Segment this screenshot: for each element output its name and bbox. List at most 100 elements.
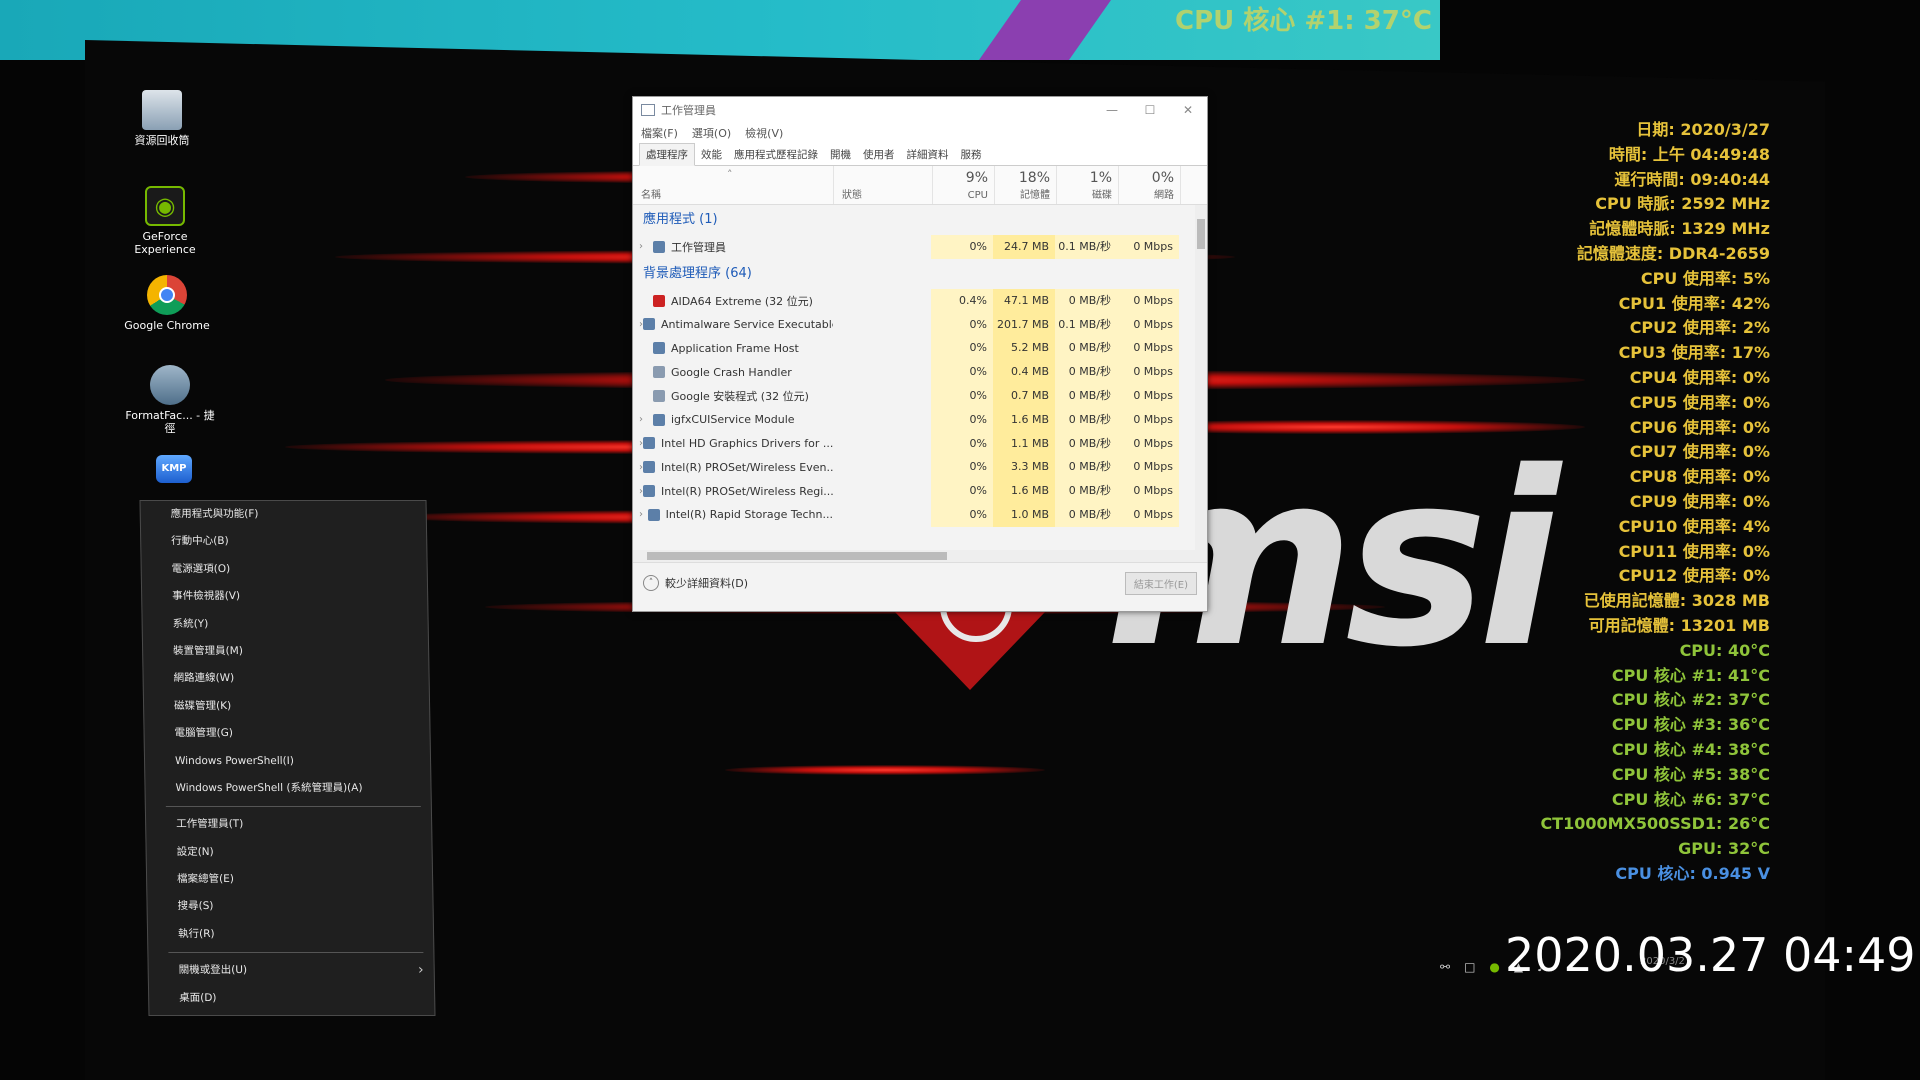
expand-chevron-icon[interactable]: › bbox=[639, 509, 648, 520]
process-row[interactable]: › 工作管理員 0% 24.7 MB 0.1 MB/秒 0 Mbps bbox=[633, 235, 1207, 259]
sensor-reading: CPU 核心 #4: 38°C bbox=[1611, 739, 1770, 759]
task-manager-window[interactable]: 工作管理員 — ☐ ✕ 檔案(F) 選項(O) 檢視(V) 處理程序 效能 應用… bbox=[632, 96, 1208, 612]
process-name-cell: › Intel(R) Rapid Storage Techn... bbox=[633, 508, 833, 521]
menu-item[interactable]: 裝置管理員(M) bbox=[143, 638, 428, 665]
process-name-cell: Google Crash Handler bbox=[633, 366, 833, 379]
menu-item[interactable]: 關機或登出(U) › bbox=[148, 957, 433, 984]
tab-processes[interactable]: 處理程序 bbox=[639, 143, 695, 166]
desktop-icon-geforce-experience[interactable]: GeForce Experience bbox=[115, 186, 215, 256]
column-header-name[interactable]: ˄ 名稱 bbox=[633, 166, 834, 204]
process-name: igfxCUIService Module bbox=[671, 413, 795, 427]
menu-item[interactable]: 電腦管理(G) bbox=[144, 720, 429, 747]
winx-context-menu[interactable]: 應用程式與功能(F) 行動中心(B) 電源選項(O) 事件檢視器(V) 系統(Y) 裝置管… bbox=[139, 500, 436, 1016]
sensor-reading: CPU 核心 #3: 36°C bbox=[1611, 715, 1770, 735]
column-header-status[interactable]: 狀態 bbox=[834, 166, 933, 204]
menu-item-label: 磁碟管理(K) bbox=[173, 699, 232, 712]
desktop-icon[interactable]: □ bbox=[1464, 960, 1475, 974]
menu-item[interactable]: 工作管理員(T) bbox=[146, 811, 431, 838]
process-cpu-cell: 0.4% bbox=[931, 288, 993, 313]
menu-item[interactable]: 網路連線(W) bbox=[143, 665, 428, 692]
menu-item[interactable]: 搜尋(S) bbox=[147, 893, 432, 920]
process-row[interactable]: › Intel(R) Rapid Storage Techn... 0% 1.0 MB… bbox=[633, 502, 1207, 527]
background-stripe bbox=[978, 0, 1112, 60]
task-manager-footer: ˄ 較少詳細資料(D) 結束工作(E) bbox=[633, 562, 1207, 603]
expand-chevron-icon[interactable]: › bbox=[639, 414, 653, 425]
menu-item[interactable]: 設定(N) bbox=[146, 839, 431, 866]
desktop-icon-format-factory[interactable]: FormatFac... - 捷徑 bbox=[120, 365, 220, 435]
process-row[interactable]: Google Crash Handler 0% 0.4 MB 0 MB/秒 0 Mbps bbox=[633, 360, 1207, 384]
horizontal-scrollbar[interactable] bbox=[633, 550, 1207, 562]
maximize-button[interactable]: ☐ bbox=[1131, 103, 1169, 117]
menu-item[interactable]: 應用程式與功能(F) bbox=[141, 501, 426, 528]
tab-startup[interactable]: 開機 bbox=[824, 144, 857, 165]
menu-item[interactable]: 事件檢視器(V) bbox=[142, 583, 427, 610]
menu-item[interactable]: 執行(R) bbox=[148, 921, 433, 948]
process-cpu-cell: 0% bbox=[931, 455, 993, 480]
aida64-icon bbox=[653, 294, 665, 307]
process-name-cell: › Intel(R) PROSet/Wireless Regi... bbox=[633, 485, 833, 498]
menu-item[interactable]: 行動中心(B) bbox=[141, 528, 426, 555]
column-header-memory[interactable]: 18% 記憶體 bbox=[995, 166, 1057, 204]
menu-item-label: Windows PowerShell(I) bbox=[174, 754, 295, 767]
menu-item[interactable]: Windows PowerShell (系統管理員)(A) bbox=[145, 775, 430, 802]
chevron-up-icon[interactable]: ˄ bbox=[643, 575, 659, 591]
sensor-reading: CPU2 使用率: 2% bbox=[1629, 318, 1770, 338]
process-name-cell: › Intel(R) PROSet/Wireless Even... bbox=[633, 461, 833, 474]
menu-view[interactable]: 檢視(V) bbox=[745, 125, 783, 141]
menu-item-label: 執行(R) bbox=[177, 927, 215, 940]
menu-item[interactable]: 磁碟管理(K) bbox=[144, 693, 429, 720]
process-row[interactable]: › igfxCUIService Module 0% 1.6 MB 0 MB/秒 0 Mb… bbox=[633, 407, 1207, 432]
minimize-button[interactable]: — bbox=[1093, 103, 1131, 117]
vertical-scrollbar[interactable] bbox=[1195, 205, 1207, 550]
process-row[interactable]: Google 安裝程式 (32 位元) 0% 0.7 MB 0 MB/秒 0 Mbps bbox=[633, 383, 1207, 408]
desktop-icon-google-chrome[interactable]: Google Chrome bbox=[117, 275, 217, 332]
column-header-cpu[interactable]: 9% CPU bbox=[933, 166, 995, 204]
desktop-icon-recycle-bin[interactable]: 資源回收筒 bbox=[112, 90, 212, 147]
menu-options[interactable]: 選項(O) bbox=[692, 125, 731, 141]
google-icon bbox=[653, 366, 665, 379]
end-task-button[interactable]: 結束工作(E) bbox=[1124, 571, 1197, 595]
menu-item[interactable]: 系統(Y) bbox=[142, 611, 427, 638]
close-button[interactable]: ✕ bbox=[1169, 103, 1207, 117]
menu-item-label: 系統(Y) bbox=[172, 617, 209, 630]
column-header-disk[interactable]: 1% 磁碟 bbox=[1057, 166, 1119, 204]
menu-item[interactable]: Windows PowerShell(I) bbox=[145, 748, 430, 775]
process-net-cell: 0 Mbps bbox=[1117, 383, 1179, 408]
process-name-cell: Application Frame Host bbox=[633, 342, 833, 355]
tab-app-history[interactable]: 應用程式歷程記錄 bbox=[728, 144, 824, 165]
menu-item-label: 搜尋(S) bbox=[177, 900, 214, 913]
process-row[interactable]: › Intel(R) PROSet/Wireless Even... 0% 3.3 M… bbox=[633, 455, 1207, 480]
task-manager-app-icon bbox=[641, 104, 655, 116]
process-disk-cell: 0 MB/秒 bbox=[1055, 455, 1117, 480]
scrollbar-thumb[interactable] bbox=[647, 552, 947, 560]
aida64-sensor-panel: 日期: 2020/3/27 時間: 上午 04:49:48 運行時間: 09:40:… bbox=[1540, 118, 1770, 887]
menu-item[interactable]: 檔案總管(E) bbox=[147, 866, 432, 893]
process-cpu-cell: 0% bbox=[931, 383, 993, 408]
process-name: 工作管理員 bbox=[671, 240, 726, 254]
tab-users[interactable]: 使用者 bbox=[857, 144, 901, 165]
fewer-details-link[interactable]: 較少詳細資料(D) bbox=[665, 575, 748, 591]
people-icon[interactable]: ⚯ bbox=[1440, 960, 1450, 974]
menu-item-label: 行動中心(B) bbox=[171, 535, 229, 548]
nvidia-tray-icon[interactable]: ● bbox=[1489, 960, 1499, 974]
process-row[interactable]: › Intel HD Graphics Drivers for ... 0% 1.1 … bbox=[633, 431, 1207, 456]
process-row[interactable]: Application Frame Host 0% 5.2 MB 0 MB/秒 0 Mb… bbox=[633, 336, 1207, 361]
tab-performance[interactable]: 效能 bbox=[695, 144, 728, 165]
column-header-row: ˄ 名稱 狀態 9% CPU 18% 記憶體 1% 磁碟 0% 網路 bbox=[633, 166, 1207, 205]
menu-item[interactable]: 桌面(D) bbox=[149, 985, 434, 1012]
desktop-icon-kmplayer[interactable]: KMP bbox=[124, 455, 224, 487]
column-header-network[interactable]: 0% 網路 bbox=[1119, 166, 1181, 204]
process-row[interactable]: AIDA64 Extreme (32 位元) 0.4% 47.1 MB 0 MB/秒 0… bbox=[633, 288, 1207, 313]
expand-chevron-icon[interactable]: › bbox=[639, 241, 653, 252]
tab-details[interactable]: 詳細資料 bbox=[901, 144, 955, 165]
menu-file[interactable]: 檔案(F) bbox=[641, 125, 678, 141]
tab-services[interactable]: 服務 bbox=[955, 144, 988, 165]
task-manager-titlebar[interactable]: 工作管理員 — ☐ ✕ bbox=[633, 97, 1207, 123]
menu-item[interactable]: 電源選項(O) bbox=[141, 556, 426, 583]
process-row[interactable]: › Intel(R) PROSet/Wireless Regi... 0% 1.6 M… bbox=[633, 479, 1207, 503]
process-row[interactable]: › Antimalware Service Executable 0% 201.7 M… bbox=[633, 312, 1207, 337]
scrollbar-thumb[interactable] bbox=[1197, 219, 1205, 249]
window-title: 工作管理員 bbox=[661, 104, 716, 117]
process-list[interactable]: 應用程式 (1) › 工作管理員 0% 24.7 MB 0.1 MB/秒 0 Mbps 背… bbox=[633, 205, 1207, 550]
sensor-reading: CPU3 使用率: 17% bbox=[1618, 343, 1770, 363]
